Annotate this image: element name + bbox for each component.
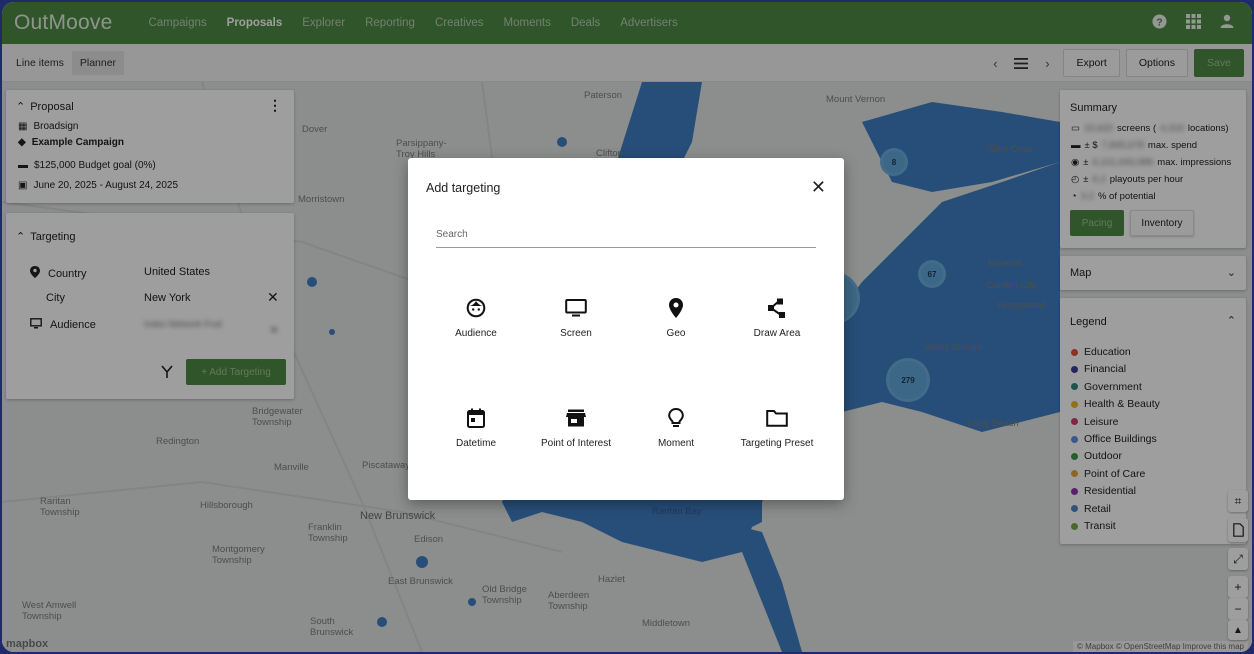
calendar-icon: [464, 406, 488, 430]
option-audience[interactable]: Audience: [426, 296, 526, 366]
search-input[interactable]: Search: [436, 224, 816, 248]
app-window: OutMoove Campaigns Proposals Explorer Re…: [2, 2, 1252, 652]
option-moment[interactable]: Moment: [626, 406, 726, 476]
option-geo[interactable]: Geo: [626, 296, 726, 366]
option-label: Draw Area: [753, 328, 801, 339]
option-label: Targeting Preset: [740, 438, 814, 449]
option-screen[interactable]: Screen: [526, 296, 626, 366]
option-targeting-preset[interactable]: Targeting Preset: [727, 406, 827, 476]
screen-icon: [564, 296, 588, 320]
lightbulb-icon: [664, 406, 688, 430]
option-label: Geo: [666, 328, 686, 339]
store-icon: [564, 406, 588, 430]
option-label: Point of Interest: [540, 438, 612, 449]
folder-icon: [765, 406, 789, 430]
option-label: Screen: [560, 328, 592, 339]
geo-pin-icon: [664, 296, 688, 320]
option-point-of-interest[interactable]: Point of Interest: [526, 406, 626, 476]
audience-icon: [464, 296, 488, 320]
option-datetime[interactable]: Datetime: [426, 406, 526, 476]
dialog-title: Add targeting: [426, 181, 501, 195]
draw-area-icon: [765, 296, 789, 320]
option-draw-area[interactable]: Draw Area: [727, 296, 827, 366]
option-label: Audience: [455, 328, 497, 339]
option-label: Datetime: [455, 438, 496, 449]
close-icon[interactable]: ✕: [811, 178, 826, 196]
add-targeting-dialog: Add targeting ✕ Search Audience Screen G…: [408, 158, 844, 500]
option-label: Moment: [657, 438, 695, 449]
